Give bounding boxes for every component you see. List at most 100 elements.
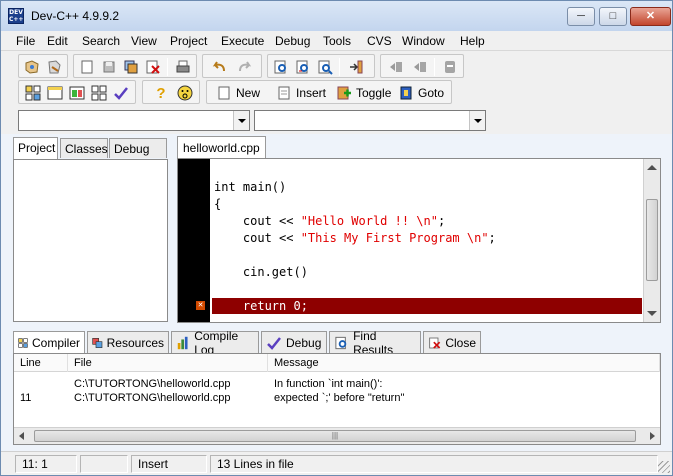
chevron-down-icon[interactable] [469,111,485,130]
undo-button[interactable] [209,57,229,77]
menu-search[interactable]: Search [82,33,120,49]
toolbar-help-group: ? [142,80,200,104]
print-button[interactable] [173,57,193,77]
class-combo[interactable] [18,110,250,131]
tab-debug-output[interactable]: Debug [261,331,327,353]
save-button[interactable] [99,57,119,77]
menu-file[interactable]: File [16,33,35,49]
editor-gutter[interactable] [178,159,210,322]
menu-help[interactable]: Help [460,33,485,49]
question-mark-icon: ? [156,84,166,102]
menu-view[interactable]: View [131,33,157,49]
bookmark-prev-button[interactable] [386,57,406,77]
goto-line-button[interactable] [346,57,366,77]
menu-debug[interactable]: Debug [275,33,310,49]
toggle-button[interactable]: Toggle [333,83,394,103]
checkmark-icon [267,336,281,350]
column-header-message[interactable]: Message [268,354,660,372]
messages-header: Line File Message [14,354,660,372]
scroll-up-icon[interactable] [647,165,657,170]
code-editor[interactable]: ✕ int main() { cout << "Hello World !! \… [177,158,661,323]
toolbar-view-group [18,80,136,104]
check-syntax-button[interactable] [111,83,131,103]
resize-grip-icon[interactable] [658,461,670,473]
about-button[interactable] [175,83,195,103]
tab-close[interactable]: Close [423,331,481,353]
close-button[interactable]: ✕ [630,7,671,26]
status-insert-mode: Insert [131,455,207,473]
tab-find-results[interactable]: Find Results [329,329,421,357]
status-line-count: 13 Lines in file [210,455,658,473]
find-button[interactable] [271,57,291,77]
minimize-icon: ─ [577,10,585,22]
editor-vertical-scrollbar[interactable] [643,159,660,322]
project-view-button[interactable] [23,83,43,103]
new-file-button[interactable] [77,57,97,77]
toggle-bookmark-button[interactable] [440,57,460,77]
replace-button[interactable] [293,57,313,77]
member-combo[interactable] [254,110,486,131]
tab-resources[interactable]: Resources [87,331,169,353]
table-row[interactable]: C:\TUTORTONG\helloworld.cpp In function … [14,377,660,391]
scroll-down-icon[interactable] [647,311,657,316]
open-file-button[interactable] [44,57,64,77]
editor-file-tab[interactable]: helloworld.cpp [177,136,266,158]
scroll-thumb[interactable]: ||| [34,430,636,442]
redo-button[interactable] [235,57,255,77]
row-message: In function `int main()': [274,378,383,390]
code-line: cin.get() [214,265,308,279]
column-header-line[interactable]: Line [14,354,68,372]
close-icon: ✕ [645,10,656,22]
devcpp-app-icon[interactable]: DEV C++ [8,8,24,24]
help-button[interactable]: ? [151,83,171,103]
toolbar-separator [434,58,435,76]
close-file-button[interactable] [143,57,163,77]
new-button[interactable]: New [213,83,263,103]
row-file: C:\TUTORTONG\helloworld.cpp [74,392,231,404]
smiley-icon [177,85,193,101]
maximize-button[interactable]: □ [599,7,627,26]
window-title: Dev-C++ 4.9.9.2 [31,9,120,23]
tab-project[interactable]: Project [13,137,58,159]
close-file-icon [429,337,441,349]
menu-window[interactable]: Window [402,33,445,49]
layout-view-button[interactable] [67,83,87,103]
tiles-view-button[interactable] [89,83,109,103]
code-line: cout << "Hello World !! \n"; [214,214,446,228]
open-project-icon [25,60,39,74]
messages-horizontal-scrollbar[interactable]: ||| [14,427,660,444]
menu-project[interactable]: Project [170,33,207,49]
replace-icon [296,60,308,74]
bookmark-next-button[interactable] [410,57,430,77]
scroll-thumb[interactable] [646,199,658,281]
minimize-button[interactable]: ─ [567,7,595,26]
save-all-button[interactable] [121,57,141,77]
scroll-right-icon[interactable] [650,432,655,440]
window-view-button[interactable] [45,83,65,103]
tab-compiler[interactable]: Compiler [13,331,85,353]
project-tree[interactable] [13,159,168,322]
menu-cvs[interactable]: CVS [367,33,392,49]
bar-chart-icon [177,336,188,349]
tab-compile-log[interactable]: Compile Log [171,329,259,357]
compiler-messages[interactable]: Line File Message C:\TUTORTONG\helloworl… [13,353,661,445]
menu-execute[interactable]: Execute [221,33,264,49]
tab-debug[interactable]: Debug [109,138,167,158]
goto-button[interactable]: Goto [395,83,447,103]
find-next-button[interactable] [315,57,335,77]
scroll-left-icon[interactable] [19,432,24,440]
open-project-button[interactable] [22,57,42,77]
new-label: New [236,86,261,100]
find-next-icon [318,60,333,75]
tab-classes[interactable]: Classes [60,138,108,158]
code-text-area[interactable]: int main() { cout << "Hello World !! \n"… [212,159,644,322]
menu-edit[interactable]: Edit [47,33,68,49]
insert-button[interactable]: Insert [273,83,329,103]
table-row[interactable]: 11 C:\TUTORTONG\helloworld.cpp expected … [14,391,660,405]
menu-tools[interactable]: Tools [323,33,351,49]
open-file-icon [48,60,61,74]
column-header-file[interactable]: File [68,354,268,372]
tab-close-label: Close [445,335,476,350]
title-bar[interactable]: DEV C++ Dev-C++ 4.9.9.2 ─ □ ✕ [1,1,672,31]
chevron-down-icon[interactable] [233,111,249,130]
